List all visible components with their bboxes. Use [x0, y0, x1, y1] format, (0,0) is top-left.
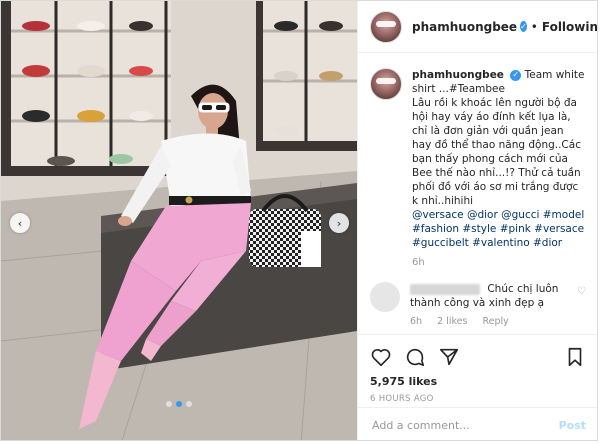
- post-side-panel: phamhuongbee ✓ • Following phamhuongbee …: [357, 1, 597, 440]
- likes-count[interactable]: 5,975 likes: [370, 375, 586, 388]
- add-comment-bar: Post: [358, 407, 597, 440]
- carousel-dot: [186, 401, 192, 407]
- photo-illustration: [1, 1, 357, 440]
- caption-tags[interactable]: @versace @dior @gucci #model #fashion #s…: [412, 208, 586, 250]
- comment-like-heart-icon[interactable]: ♡: [577, 286, 586, 297]
- caption-time: 6h: [412, 257, 425, 268]
- following-button[interactable]: Following: [542, 20, 597, 34]
- caption-text: phamhuongbee ✓ Team white shirt ...#Team…: [412, 68, 586, 270]
- author-avatar[interactable]: [370, 10, 402, 43]
- post-photo[interactable]: ‹ ›: [1, 1, 357, 440]
- commenter-username-blurred[interactable]: [410, 283, 480, 295]
- caption-username[interactable]: phamhuongbee: [412, 69, 504, 81]
- next-photo-button[interactable]: ›: [329, 213, 349, 233]
- comment-bubble-icon[interactable]: [404, 346, 426, 368]
- verified-badge-icon: ✓: [520, 21, 527, 32]
- author-username[interactable]: phamhuongbee: [412, 20, 517, 34]
- post-actions: 5,975 likes 6 HOURS AGO: [358, 334, 597, 404]
- post-timestamp: 6 HOURS AGO: [370, 394, 434, 404]
- carousel-dot: [166, 401, 172, 407]
- instagram-post-modal: ‹ › phamhuongbee ✓ • Following phamhuong…: [0, 0, 598, 441]
- comment-likes[interactable]: 2 likes: [437, 316, 467, 327]
- post-header: phamhuongbee ✓ • Following: [358, 1, 597, 53]
- share-icon[interactable]: [438, 346, 460, 368]
- chevron-right-icon: ›: [336, 216, 342, 230]
- chevron-left-icon: ‹: [17, 216, 23, 230]
- comment-item: Chúc chị luôn thành công và xinh đẹp ạ 6…: [370, 282, 586, 329]
- comments-section[interactable]: phamhuongbee ✓ Team white shirt ...#Team…: [358, 54, 597, 334]
- bookmark-icon[interactable]: [564, 346, 586, 368]
- verified-badge-icon: ✓: [510, 69, 522, 81]
- heart-icon[interactable]: [370, 346, 392, 368]
- carousel-dot-active: [176, 401, 182, 407]
- post-comment-button[interactable]: Post: [559, 419, 586, 432]
- comment-meta: 6h 2 likes Reply: [410, 315, 571, 329]
- caption-line-2: Lâu rồi k khoác lên người bộ đa hội hay …: [412, 97, 581, 207]
- caption: phamhuongbee ✓ Team white shirt ...#Team…: [370, 68, 586, 270]
- carousel-dots: [1, 401, 357, 407]
- comment-reply-button[interactable]: Reply: [482, 316, 508, 327]
- caption-avatar[interactable]: [370, 68, 402, 100]
- comment-time: 6h: [410, 316, 423, 327]
- commenter-avatar[interactable]: [370, 282, 400, 312]
- header-separator: •: [530, 19, 538, 34]
- previous-photo-button[interactable]: ‹: [10, 213, 30, 233]
- comment-body: Chúc chị luôn thành công và xinh đẹp ạ 6…: [410, 282, 571, 329]
- action-icons: [370, 345, 586, 369]
- add-comment-input[interactable]: [370, 417, 559, 433]
